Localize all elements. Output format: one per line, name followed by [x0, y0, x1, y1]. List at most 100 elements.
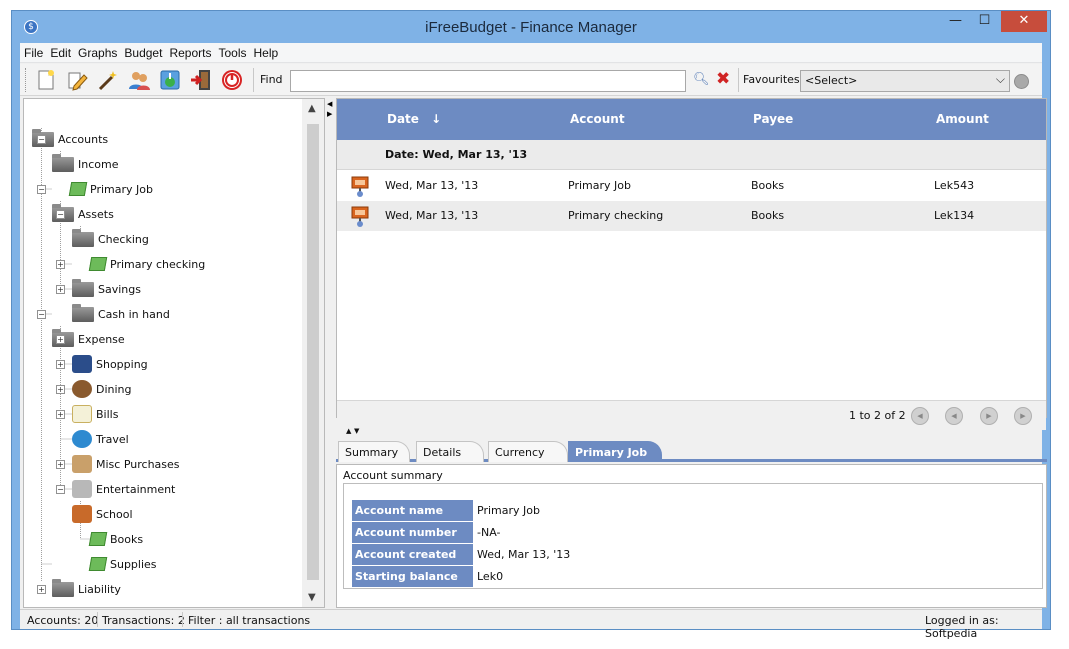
tree-node-dining[interactable]: Dining	[72, 378, 132, 400]
toolbar-grip[interactable]	[25, 68, 28, 92]
summary-key: Account name	[352, 500, 473, 521]
bill-pen-icon	[72, 405, 92, 423]
menu-tools[interactable]: Tools	[214, 43, 249, 60]
maximize-button[interactable]: ☐	[971, 11, 998, 32]
column-header-date[interactable]: Date ↓	[387, 112, 441, 126]
sort-descending-icon: ↓	[431, 112, 442, 126]
favourites-select[interactable]: <Select> ⌵	[800, 70, 1010, 92]
table-row[interactable]: Wed, Mar 13, '13 Primary Job Books Lek54…	[337, 171, 1046, 201]
tree-node-school[interactable]: School	[72, 503, 133, 525]
users-icon[interactable]	[127, 68, 151, 92]
column-header-account[interactable]: Account	[570, 112, 625, 126]
expand-icon[interactable]: +	[56, 410, 65, 419]
folder-icon	[72, 303, 94, 322]
vertical-splitter[interactable]: ◀ ▶	[327, 98, 335, 608]
tree-node-shopping[interactable]: Shopping	[72, 353, 148, 375]
next-page-icon[interactable]: ▶	[980, 407, 998, 425]
magic-wand-icon[interactable]	[96, 68, 120, 92]
tree-node-supplies[interactable]: Supplies	[88, 553, 157, 575]
expand-icon[interactable]: +	[56, 360, 65, 369]
menu-edit[interactable]: Edit	[46, 43, 74, 60]
collapse-icon[interactable]: −	[37, 310, 46, 319]
exit-door-icon[interactable]	[189, 68, 213, 92]
remove-favourite-icon[interactable]	[1014, 74, 1029, 89]
tab-primary-job[interactable]: Primary Job	[568, 441, 662, 462]
tree-node-travel[interactable]: Travel	[72, 428, 129, 450]
collapse-icon[interactable]: −	[37, 185, 46, 194]
find-label: Find	[260, 73, 283, 86]
summary-row: Account name Primary Job	[352, 500, 852, 522]
tree-scrollbar[interactable]: ▲ ▼	[302, 99, 324, 607]
expand-icon[interactable]: +	[56, 385, 65, 394]
menu-graphs[interactable]: Graphs	[74, 43, 120, 60]
coffee-cup-icon	[72, 380, 92, 398]
pager-count: 1 to 2 of 2	[849, 409, 906, 422]
expand-icon[interactable]: +	[56, 460, 65, 469]
scroll-up-icon[interactable]: ▲	[308, 103, 316, 114]
expand-icon[interactable]: +	[37, 585, 46, 594]
tree-node-misc-purchases[interactable]: Misc Purchases	[72, 453, 180, 475]
close-button[interactable]: ✕	[1001, 11, 1047, 32]
transaction-icon	[350, 205, 370, 227]
tree-node-liability[interactable]: Liability	[52, 578, 121, 600]
folder-icon	[72, 278, 94, 297]
tree-node-cash-in-hand[interactable]: Cash in hand	[72, 303, 170, 325]
power-icon[interactable]	[220, 68, 244, 92]
scroll-down-icon[interactable]: ▼	[308, 592, 316, 603]
account-icon	[88, 257, 108, 271]
first-page-icon[interactable]: ◀	[911, 407, 929, 425]
tree-node-primary-job[interactable]: Primary Job	[68, 178, 153, 200]
splitter-arrow-right-icon[interactable]: ▶	[327, 110, 332, 118]
tree-node-checking[interactable]: Checking	[72, 228, 149, 250]
expand-icon[interactable]: +	[56, 335, 65, 344]
horizontal-splitter[interactable]: ▲ ▼	[336, 427, 1047, 435]
row-account: Primary checking	[568, 209, 664, 222]
tab-details[interactable]: Details	[416, 441, 484, 462]
detail-tabs: Summary Details Currency Primary Job	[336, 440, 1047, 462]
summary-row: Account number -NA-	[352, 522, 852, 544]
status-filter: Filter : all transactions	[188, 614, 311, 627]
menu-budget[interactable]: Budget	[120, 43, 165, 60]
tree-node-income[interactable]: Income	[52, 153, 118, 175]
summary-value: Primary Job	[477, 504, 540, 517]
tab-currency[interactable]: Currency	[488, 441, 568, 462]
splitter-arrow-left-icon[interactable]: ◀	[327, 100, 332, 108]
tree-node-savings[interactable]: Savings	[72, 278, 141, 300]
splitter-arrow-down-icon[interactable]: ▼	[354, 427, 359, 435]
favourites-selected-value: <Select>	[805, 74, 858, 87]
chevron-down-icon: ⌵	[995, 72, 1005, 86]
client-area: File Edit Graphs Budget Reports Tools Help	[20, 43, 1047, 640]
new-document-icon[interactable]	[34, 68, 58, 92]
row-payee: Books	[751, 209, 785, 222]
collapse-icon[interactable]: −	[56, 210, 65, 219]
menu-help[interactable]: Help	[249, 43, 281, 60]
column-header-amount[interactable]: Amount	[936, 112, 989, 126]
tree-node-primary-checking[interactable]: Primary checking	[88, 253, 205, 275]
last-page-icon[interactable]: ▶	[1014, 407, 1032, 425]
minimize-button[interactable]: —	[942, 11, 969, 32]
tab-summary[interactable]: Summary	[338, 441, 410, 462]
table-pager: 1 to 2 of 2 ◀ ◀ ▶ ▶	[337, 400, 1046, 430]
menu-file[interactable]: File	[20, 43, 46, 60]
scrollbar-thumb[interactable]	[307, 124, 319, 580]
tree-node-books[interactable]: Books	[88, 528, 143, 550]
collapse-icon[interactable]: −	[56, 485, 65, 494]
app-window: $ iFreeBudget - Finance Manager — ☐ ✕ Fi…	[11, 10, 1051, 640]
collapse-icon[interactable]: −	[37, 135, 46, 144]
previous-page-icon[interactable]: ◀	[945, 407, 963, 425]
import-icon[interactable]	[158, 68, 182, 92]
splitter-arrow-up-icon[interactable]: ▲	[346, 427, 351, 435]
row-payee: Books	[751, 179, 785, 192]
table-row[interactable]: Wed, Mar 13, '13 Primary checking Books …	[337, 201, 1046, 231]
expand-icon[interactable]: +	[56, 285, 65, 294]
title-bar: $ iFreeBudget - Finance Manager — ☐ ✕	[12, 11, 1050, 43]
column-header-payee[interactable]: Payee	[753, 112, 793, 126]
tree-node-entertainment[interactable]: Entertainment	[72, 478, 175, 500]
tree-node-bills[interactable]: Bills	[72, 403, 118, 425]
clear-search-icon[interactable]: ✖	[716, 69, 730, 89]
search-icon[interactable]: 🔍︎	[693, 72, 710, 88]
edit-icon[interactable]	[65, 68, 89, 92]
menu-reports[interactable]: Reports	[165, 43, 214, 60]
expand-icon[interactable]: +	[56, 260, 65, 269]
find-input[interactable]	[290, 70, 686, 92]
